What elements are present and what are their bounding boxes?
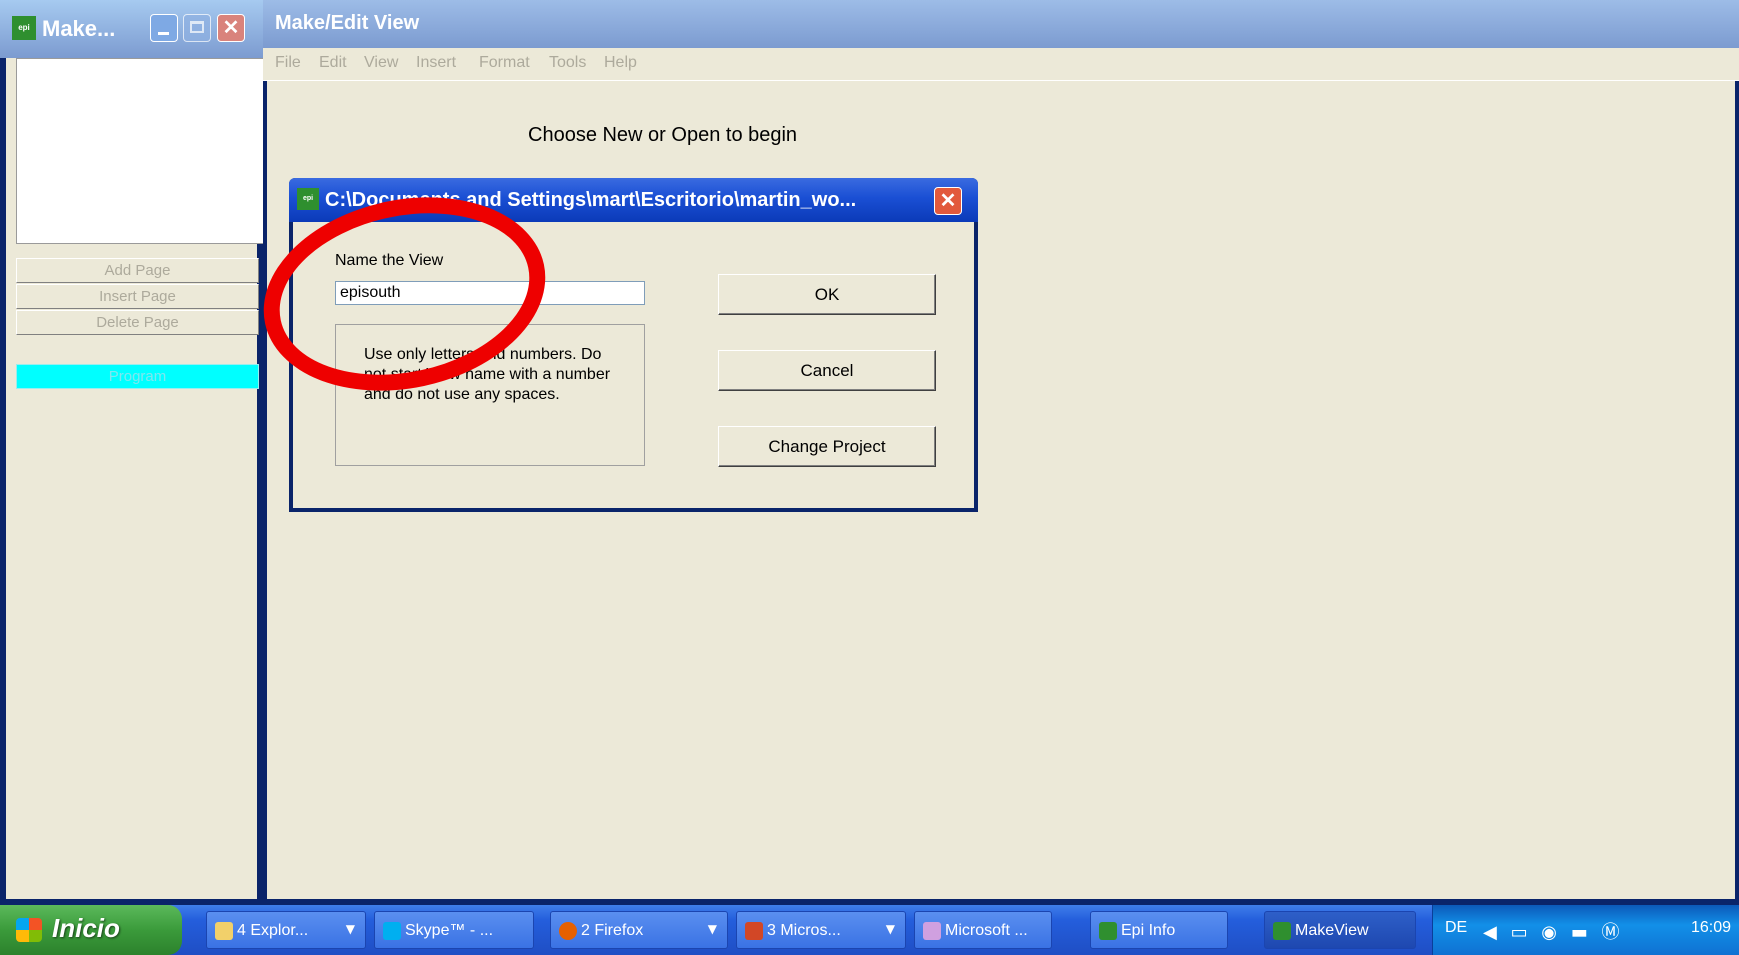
ok-button[interactable]: OK (718, 274, 936, 315)
taskbar-item-firefox[interactable]: 2 Firefox ▼ (550, 911, 728, 949)
taskbar-item-label: Skype™ - ... (405, 922, 494, 939)
skype-icon (383, 922, 401, 940)
office-icon (745, 922, 763, 940)
taskbar-item-skype[interactable]: Skype™ - ... (374, 911, 534, 949)
dialog-titlebar[interactable]: epi C:\Documents and Settings\mart\Escri… (289, 178, 978, 222)
start-button[interactable]: Inicio (0, 905, 182, 955)
menu-view[interactable]: View (364, 54, 398, 72)
name-view-dialog: epi C:\Documents and Settings\mart\Escri… (289, 178, 978, 512)
make-window-client: Add Page Insert Page Delete Page Program (6, 58, 264, 899)
chevron-down-icon: ▼ (345, 922, 355, 936)
main-window-title: Make/Edit View (275, 12, 420, 34)
epiinfo-icon (1273, 922, 1291, 940)
menu-file[interactable]: File (275, 54, 301, 72)
make-window: epi Make... ✕ Add Page Insert Page Delet… (0, 0, 264, 905)
epiinfo-icon (1099, 922, 1117, 940)
dialog-close-button[interactable]: ✕ (934, 187, 962, 215)
menu-edit[interactable]: Edit (319, 54, 347, 72)
menu-format[interactable]: Format (479, 54, 530, 72)
taskbar-item-makeview[interactable]: MakeView (1264, 911, 1416, 949)
insert-page-button[interactable]: Insert Page (16, 284, 259, 309)
taskbar-item-label: 4 Explor... (237, 922, 309, 939)
menu-insert[interactable]: Insert (416, 54, 456, 72)
firefox-icon (559, 922, 577, 940)
change-project-button[interactable]: Change Project (718, 426, 936, 467)
taskbar: Inicio 4 Explor... ▼ Skype™ - ... 2 Fire… (0, 905, 1739, 955)
taskbar-item-microsoft-office[interactable]: 3 Micros... ▼ (736, 911, 906, 949)
language-indicator[interactable]: DE (1445, 919, 1467, 937)
start-label: Inicio (52, 913, 120, 943)
program-button[interactable]: Program (16, 364, 259, 389)
menu-tools[interactable]: Tools (549, 54, 586, 72)
hint-box: Use only letters and numbers. Do not sta… (335, 324, 645, 466)
taskbar-item-label: 2 Firefox (581, 922, 644, 939)
minimize-button[interactable] (150, 14, 178, 42)
tray-icons[interactable]: ◀ ▭ ◉ ▬ Ⓜ (1483, 918, 1623, 944)
taskbar-item-microsoft-doc[interactable]: Microsoft ... (914, 911, 1052, 949)
main-window-titlebar[interactable]: Make/Edit View (263, 0, 1739, 48)
epiinfo-icon: epi (12, 16, 36, 40)
menu-help[interactable]: Help (604, 54, 637, 72)
delete-page-button[interactable]: Delete Page (16, 310, 259, 335)
cancel-button[interactable]: Cancel (718, 350, 936, 391)
document-icon (923, 922, 941, 940)
epiinfo-icon: epi (297, 188, 319, 210)
menu-bar: File Edit View Insert Format Tools Help (263, 48, 1739, 81)
taskbar-item-label: MakeView (1295, 922, 1369, 939)
maximize-button[interactable] (183, 14, 211, 42)
taskbar-item-epiinfo[interactable]: Epi Info (1090, 911, 1228, 949)
taskbar-item-label: Epi Info (1121, 922, 1176, 939)
begin-prompt: Choose New or Open to begin (528, 124, 798, 146)
chevron-down-icon: ▼ (707, 922, 717, 936)
add-page-button[interactable]: Add Page (16, 258, 259, 283)
hint-text: Use only letters and numbers. Do not sta… (364, 346, 611, 403)
dialog-title: C:\Documents and Settings\mart\Escritori… (325, 189, 857, 211)
name-view-label: Name the View (335, 252, 444, 269)
system-tray: DE ◀ ▭ ◉ ▬ Ⓜ 16:09 (1432, 905, 1739, 955)
taskbar-item-label: Microsoft ... (945, 922, 1028, 939)
page-list[interactable] (16, 58, 264, 244)
dialog-client: Name the View episouth Use only letters … (293, 222, 974, 508)
chevron-down-icon: ▼ (885, 922, 895, 936)
folder-icon (215, 922, 233, 940)
windows-logo-icon (16, 918, 42, 942)
taskbar-item-explorer[interactable]: 4 Explor... ▼ (206, 911, 366, 949)
taskbar-item-label: 3 Micros... (767, 922, 841, 939)
make-window-title: Make... (42, 16, 116, 41)
close-button[interactable]: ✕ (217, 14, 245, 42)
make-window-titlebar[interactable]: epi Make... ✕ (0, 0, 263, 58)
clock: 16:09 (1691, 919, 1732, 936)
view-name-input[interactable]: episouth (335, 281, 645, 305)
